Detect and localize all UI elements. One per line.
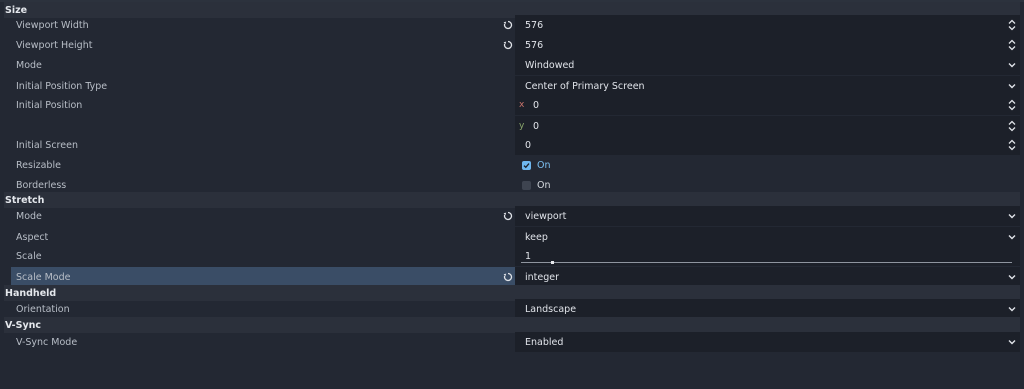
section-vsync-title: V-Sync [5,319,42,331]
property-label-cell: Initial Position Type [11,76,518,96]
initial-position-type-dropdown[interactable]: Center of Primary Screen [515,76,1020,96]
row-stretch-scale-mode: Scale Mode integer [4,267,1020,287]
section-size-title: Size [5,4,28,16]
dropdown-value: viewport [525,210,567,222]
row-resizable: Resizable On [4,155,1020,175]
dropdown-value: Enabled [525,336,564,348]
property-label-cell: Viewport Height [11,35,518,55]
property-label-cell: Orientation [11,299,518,319]
property-label: Resizable [16,159,61,171]
row-stretch-scale: Scale 1 [4,246,1020,266]
chevron-down-icon [1008,340,1016,345]
property-label-cell: Initial Position [11,95,518,115]
checkbox-checked-icon[interactable] [522,160,531,170]
spinbox-value: 0 [525,139,532,151]
section-handheld-title: Handheld [5,287,57,299]
property-label-cell: Scale Mode [11,267,518,287]
orientation-dropdown[interactable]: Landscape [515,299,1020,319]
stretch-aspect-dropdown[interactable]: keep [515,227,1020,247]
property-label: Orientation [16,303,70,315]
initial-position-x-spinbox[interactable]: x 0 [515,95,1020,115]
row-viewport-height: Viewport Height 576 [4,35,1020,55]
property-label-cell: Initial Screen [11,135,518,155]
property-label: Initial Position [16,99,83,111]
checkbox-unchecked-icon[interactable] [522,180,531,190]
chevron-down-icon [1008,84,1016,89]
row-vsync-mode: V-Sync Mode Enabled [4,332,1020,352]
property-label-cell: Viewport Width [11,15,518,35]
property-label-cell: Mode [11,206,518,226]
revert-icon[interactable] [502,19,514,31]
row-mode: Mode Windowed [4,55,1020,75]
row-orientation: Orientation Landscape [4,299,1020,319]
chevron-down-icon [1008,214,1016,219]
property-label-cell: Mode [11,55,518,75]
property-label-cell: Scale [11,246,518,266]
spinbox-value: 0 [533,99,540,111]
stretch-mode-dropdown[interactable]: viewport [515,206,1020,226]
checkbox-label: On [537,159,551,171]
property-label: Aspect [16,231,49,243]
dropdown-value: Windowed [525,59,575,71]
property-label: Scale Mode [16,271,71,283]
chevron-down-icon [1008,63,1016,68]
property-label: Scale [16,250,42,262]
slider-value: 1 [525,250,532,262]
row-initial-position-y: y 0 [4,116,1020,136]
chevron-down-icon [1008,275,1016,280]
dropdown-value: Landscape [525,303,577,315]
property-label: Viewport Height [16,39,93,51]
property-label-cell: Aspect [11,227,518,247]
property-label-cell: V-Sync Mode [11,332,518,352]
axis-y-label: y [519,121,525,131]
spin-arrows-icon[interactable] [1008,99,1016,111]
spin-arrows-icon[interactable] [1008,19,1016,31]
row-initial-position-x: Initial Position x 0 [4,95,1020,115]
spinbox-value: 576 [525,19,544,31]
row-stretch-mode: Mode viewport [4,206,1020,226]
property-label: V-Sync Mode [16,336,78,348]
property-label: Initial Position Type [16,80,108,92]
revert-icon[interactable] [502,210,514,222]
resizable-checkbox[interactable]: On [515,155,1020,175]
dropdown-value: keep [525,231,548,243]
spin-arrows-icon[interactable] [1008,139,1016,151]
section-stretch-title: Stretch [5,194,45,206]
stretch-scale-slider[interactable]: 1 [515,246,1020,266]
spinbox-value: 0 [533,120,540,132]
viewport-height-spinbox[interactable]: 576 [515,35,1020,55]
initial-position-y-spinbox[interactable]: y 0 [515,116,1020,136]
spin-arrows-icon[interactable] [1008,120,1016,132]
property-label: Initial Screen [16,139,78,151]
initial-screen-spinbox[interactable]: 0 [515,135,1020,155]
slider-track[interactable] [521,262,1012,263]
slider-grabber[interactable] [551,261,554,264]
property-label: Viewport Width [16,19,89,31]
axis-x-label: x [519,100,525,110]
viewport-width-spinbox[interactable]: 576 [515,15,1020,35]
vsync-mode-dropdown[interactable]: Enabled [515,332,1020,352]
row-initial-screen: Initial Screen 0 [4,135,1020,155]
spinbox-value: 576 [525,39,544,51]
section-vsync-header[interactable]: V-Sync [4,317,1020,333]
dropdown-value: Center of Primary Screen [525,80,645,92]
spin-arrows-icon[interactable] [1008,39,1016,51]
project-settings-inspector: Size Viewport Width 576 Viewport Height … [0,0,1024,389]
property-label: Borderless [16,179,67,191]
property-label: Mode [16,210,42,222]
row-stretch-aspect: Aspect keep [4,227,1020,247]
mode-dropdown[interactable]: Windowed [515,55,1020,75]
property-label: Mode [16,59,42,71]
row-viewport-width: Viewport Width 576 [4,15,1020,35]
revert-icon[interactable] [502,271,514,283]
dropdown-value: integer [525,271,560,283]
chevron-down-icon [1008,307,1016,312]
checkbox-label: On [537,179,551,191]
property-label-cell: Resizable [11,155,518,175]
chevron-down-icon [1008,235,1016,240]
stretch-scale-mode-dropdown[interactable]: integer [515,267,1020,287]
row-initial-position-type: Initial Position Type Center of Primary … [4,76,1020,96]
revert-icon[interactable] [502,39,514,51]
